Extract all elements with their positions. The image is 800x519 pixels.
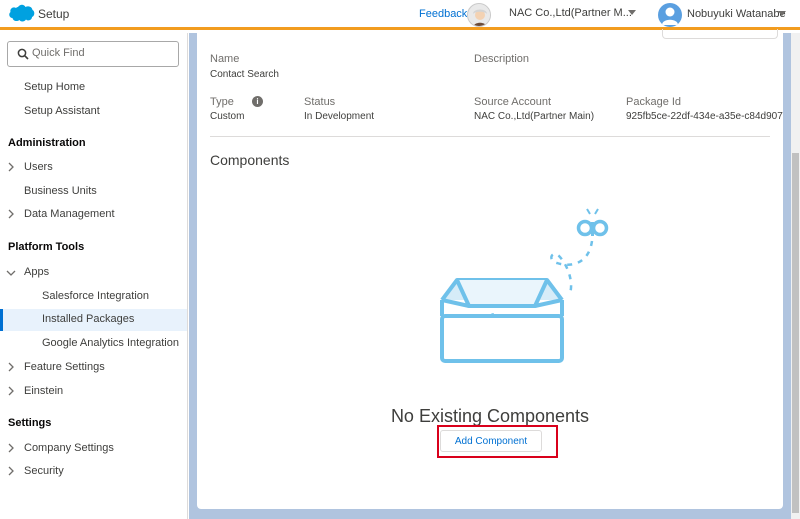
sidebar-item-setup-home[interactable]: Setup Home	[0, 77, 187, 99]
mascot-avatar[interactable]	[467, 3, 491, 27]
bug-icon	[576, 208, 609, 237]
empty-box-illustration	[440, 208, 609, 363]
sidebar-item-einstein[interactable]: Einstein	[0, 381, 187, 403]
header-button-edge[interactable]	[662, 29, 778, 39]
chevron-down-icon[interactable]	[628, 10, 636, 15]
sidebar-item-label: Installed Packages	[42, 313, 135, 325]
sidebar-item-label: Business Units	[24, 185, 97, 197]
package-id-value: 925fb5ce-22df-434e-a35e-c84d907	[626, 111, 783, 122]
org-switcher[interactable]: NAC Co.,Ltd(Partner M...	[509, 7, 632, 19]
sidebar-item-label: Salesforce Integration	[42, 290, 150, 302]
app-title: Setup	[38, 7, 70, 21]
annotation-highlight-box	[437, 425, 558, 458]
setup-sidebar: Setup Home Setup Assistant Administratio…	[0, 33, 188, 519]
user-name[interactable]: Nobuyuki Watanabe	[687, 8, 786, 20]
chevron-right-icon[interactable]	[7, 442, 15, 454]
salesforce-cloud-icon[interactable]	[7, 4, 35, 24]
chevron-right-icon[interactable]	[7, 361, 15, 373]
sidebar-item-setup-assistant[interactable]: Setup Assistant	[0, 101, 187, 123]
sidebar-item-label: Security	[24, 465, 64, 477]
section-divider	[210, 136, 770, 137]
feedback-link[interactable]: Feedback	[419, 8, 467, 20]
source-account-label: Source Account	[474, 96, 552, 108]
type-value: Custom	[210, 111, 245, 122]
user-icon	[662, 7, 678, 25]
section-heading-settings: Settings	[8, 417, 52, 429]
sidebar-item-label: Company Settings	[24, 442, 114, 454]
sidebar-item-label: Users	[24, 161, 53, 173]
section-heading-platform-tools: Platform Tools	[8, 241, 85, 253]
chevron-right-icon[interactable]	[7, 465, 15, 477]
components-heading: Components	[210, 152, 290, 168]
package-detail-card: Name Contact Search Description Type i C…	[197, 29, 783, 509]
scrollbar-thumb[interactable]	[792, 153, 799, 513]
sidebar-item-feature-settings[interactable]: Feature Settings	[0, 357, 187, 379]
sidebar-item-security[interactable]: Security	[0, 461, 187, 483]
chevron-right-icon[interactable]	[7, 208, 15, 220]
sidebar-item-label: Google Analytics Integration	[42, 337, 179, 349]
sidebar-item-data-management[interactable]: Data Management	[0, 204, 187, 226]
einstein-avatar-icon	[468, 4, 490, 26]
sidebar-item-apps[interactable]: Apps	[0, 262, 187, 284]
chevron-down-icon[interactable]	[5, 269, 17, 277]
chevron-right-icon[interactable]	[7, 385, 15, 397]
main-content: Name Contact Search Description Type i C…	[189, 29, 800, 519]
quick-find-box[interactable]	[7, 41, 179, 67]
search-icon	[17, 48, 29, 60]
global-header: Setup Feedback NAC Co.,Ltd(Partner M... …	[0, 0, 800, 30]
page-scrollbar[interactable]	[791, 33, 800, 519]
chevron-down-icon[interactable]	[778, 11, 786, 16]
chevron-right-icon[interactable]	[7, 161, 15, 173]
sidebar-item-company-settings[interactable]: Company Settings	[0, 438, 187, 460]
name-label: Name	[210, 53, 240, 65]
type-label: Type	[210, 96, 234, 108]
user-avatar[interactable]	[658, 3, 682, 27]
empty-state-title: No Existing Components	[390, 406, 590, 426]
sidebar-item-label: Apps	[24, 266, 50, 278]
sidebar-item-salesforce-integration[interactable]: Salesforce Integration	[0, 286, 187, 308]
sidebar-item-label: Feature Settings	[24, 361, 105, 373]
quick-find-input[interactable]	[32, 47, 162, 59]
source-account-value: NAC Co.,Ltd(Partner Main)	[474, 111, 595, 122]
sidebar-item-label: Einstein	[24, 385, 64, 397]
package-id-label: Package Id	[626, 96, 682, 108]
sidebar-item-business-units[interactable]: Business Units	[0, 181, 187, 203]
sidebar-item-users[interactable]: Users	[0, 157, 187, 179]
sidebar-item-label: Setup Assistant	[24, 105, 100, 117]
sidebar-item-google-analytics-integration[interactable]: Google Analytics Integration	[0, 333, 187, 355]
sidebar-item-label: Data Management	[24, 208, 115, 220]
name-value: Contact Search	[210, 69, 279, 80]
section-heading-administration: Administration	[8, 137, 86, 149]
status-value: In Development	[304, 111, 375, 122]
info-icon[interactable]: i	[252, 96, 263, 107]
sidebar-item-label: Setup Home	[24, 81, 86, 93]
sidebar-item-installed-packages[interactable]: Installed Packages	[0, 309, 187, 331]
status-label: Status	[304, 96, 336, 108]
description-label: Description	[474, 53, 530, 65]
